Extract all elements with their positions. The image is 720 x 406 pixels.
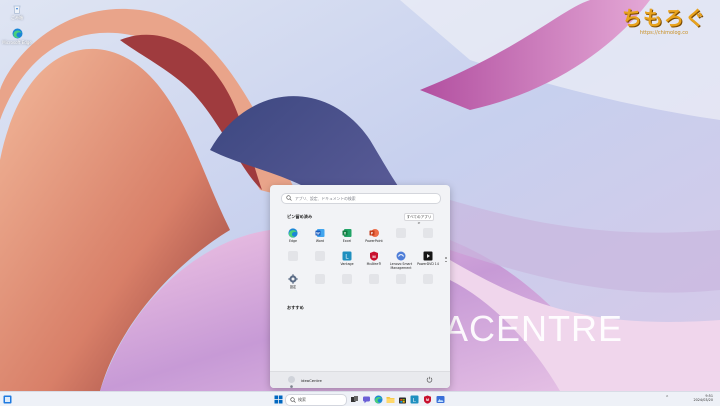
pinned-app-placeholder[interactable] xyxy=(281,251,305,263)
search-icon xyxy=(286,195,292,201)
pinned-app-vantage[interactable]: L Vantage xyxy=(335,251,359,267)
tray-overflow-icon[interactable]: ⌃ xyxy=(665,395,669,401)
recycle-bin-icon xyxy=(13,5,21,14)
watermark-title: ちもろぐ xyxy=(622,6,706,30)
page-dot xyxy=(445,260,447,262)
app-placeholder-icon xyxy=(288,251,298,261)
start-menu: アプリ、設定、ドキュメントの検索 ピン留め済み すべてのアプリ > Edge W… xyxy=(270,185,450,388)
edge-icon xyxy=(288,228,298,238)
excel-icon: X xyxy=(342,229,352,237)
site-watermark: ちもろぐ https://chimolog.co xyxy=(612,6,716,36)
pinned-app-mcafee[interactable]: M McAfee® xyxy=(362,251,386,267)
clock-date: 2024/03/20 xyxy=(693,398,713,403)
desktop: ごみ箱 Microsoft Edge ACENTRE ちもろぐ https://… xyxy=(0,0,720,391)
pinned-app-placeholder[interactable] xyxy=(335,274,359,286)
pinned-app-settings[interactable]: 設定 xyxy=(281,274,305,290)
word-icon: W xyxy=(315,229,325,237)
start-search-input[interactable]: アプリ、設定、ドキュメントの検索 xyxy=(281,193,441,204)
pinned-app-placeholder[interactable] xyxy=(308,251,332,263)
wallpaper-brand-text: ACENTRE xyxy=(444,308,624,349)
svg-text:L: L xyxy=(413,397,416,403)
page-dot xyxy=(445,257,447,259)
desktop-icon-recycle-bin[interactable]: ごみ箱 xyxy=(0,3,34,21)
app-placeholder-icon xyxy=(369,274,379,284)
pinned-app-excel[interactable]: X Excel xyxy=(335,228,359,244)
search-icon xyxy=(290,397,296,403)
pinned-app-placeholder[interactable] xyxy=(416,228,440,240)
pinned-app-powerpoint[interactable]: P PowerPoint xyxy=(362,228,386,244)
recommended-section-title: おすすめ xyxy=(287,305,304,310)
lenovo-vantage-icon[interactable]: L xyxy=(410,395,419,404)
user-avatar[interactable] xyxy=(288,376,295,388)
user-name[interactable]: ideaCentre xyxy=(301,378,322,383)
chat-icon[interactable] xyxy=(362,395,371,404)
svg-text:M: M xyxy=(426,398,429,402)
taskbar-search-box[interactable]: 検索 xyxy=(285,394,347,406)
svg-text:W: W xyxy=(316,231,320,235)
task-view-icon[interactable] xyxy=(350,395,359,404)
app-label: Lenovo Smart Management xyxy=(389,262,413,270)
pinned-section-title: ピン留め済み xyxy=(287,214,313,219)
app-placeholder-icon xyxy=(396,228,406,238)
all-apps-button[interactable]: すべてのアプリ > xyxy=(404,213,434,225)
app-placeholder-icon xyxy=(315,274,325,284)
taskbar-search-label: 検索 xyxy=(298,397,306,402)
desktop-icon-edge[interactable]: Microsoft Edge xyxy=(0,28,34,45)
app-label: Vantage xyxy=(340,262,354,266)
app-label: McAfee® xyxy=(366,262,382,266)
pinned-page-indicator[interactable] xyxy=(445,257,447,264)
desktop-icon-label: Microsoft Edge xyxy=(2,40,32,45)
edge-icon xyxy=(12,28,22,39)
app-label: PowerDVD 14 xyxy=(417,262,439,266)
desktop-icon-label: ごみ箱 xyxy=(11,15,23,20)
app-label: Word xyxy=(315,239,325,243)
app-placeholder-icon xyxy=(315,251,325,261)
app-placeholder-icon xyxy=(423,274,433,284)
pinned-app-placeholder[interactable] xyxy=(416,274,440,286)
mcafee-icon: M xyxy=(370,251,378,261)
task-view-icon[interactable] xyxy=(3,395,12,404)
user-icon xyxy=(290,385,293,388)
powerpoint-icon: P xyxy=(369,229,379,237)
app-placeholder-icon xyxy=(423,228,433,238)
lenovo-smart-icon xyxy=(396,251,406,261)
pinned-app-word[interactable]: W Word xyxy=(308,228,332,244)
file-explorer-icon[interactable] xyxy=(386,395,395,404)
app-label: Excel xyxy=(342,239,352,243)
lenovo-vantage-icon: L xyxy=(342,251,352,261)
power-icon[interactable] xyxy=(426,376,433,383)
pinned-app-placeholder[interactable] xyxy=(308,274,332,286)
mcafee-icon[interactable]: M xyxy=(423,395,432,404)
system-clock[interactable]: 9:51 2024/03/20 xyxy=(683,394,713,403)
taskbar: 検索 L M ⌃ 9:51 2024/03/20 xyxy=(0,391,720,406)
search-placeholder: アプリ、設定、ドキュメントの検索 xyxy=(295,195,356,201)
watermark-url: https://chimolog.co xyxy=(639,30,689,36)
app-label: 設定 xyxy=(289,285,297,289)
pinned-app-powerdvd[interactable]: PowerDVD 14 xyxy=(416,251,440,267)
start-button-icon[interactable] xyxy=(274,395,283,404)
pinned-app-edge[interactable]: Edge xyxy=(281,228,305,244)
start-menu-footer: ideaCentre xyxy=(270,371,450,388)
pinned-app-placeholder[interactable] xyxy=(389,274,413,286)
app-label: PowerPoint xyxy=(365,239,383,243)
app-placeholder-icon xyxy=(396,274,406,284)
edge-icon[interactable] xyxy=(374,395,383,404)
app-label: Edge xyxy=(288,239,298,243)
powerdvd-icon xyxy=(423,251,433,261)
pinned-app-lenovo-smart[interactable]: Lenovo Smart Management xyxy=(389,251,413,271)
store-icon[interactable] xyxy=(398,395,407,404)
photos-icon[interactable] xyxy=(436,395,445,404)
app-placeholder-icon xyxy=(342,274,352,284)
settings-icon xyxy=(288,274,298,284)
pinned-app-placeholder[interactable] xyxy=(389,228,413,240)
pinned-app-placeholder[interactable] xyxy=(362,274,386,286)
